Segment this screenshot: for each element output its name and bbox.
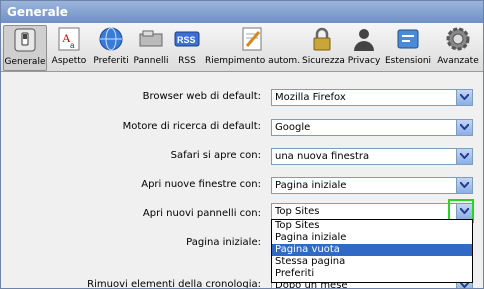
pencil-icon — [239, 26, 265, 52]
tab-preferiti[interactable]: Preferiti — [92, 25, 130, 69]
globe-icon — [98, 26, 124, 52]
person-icon — [351, 26, 377, 52]
default-browser-label: Browser web di default: — [142, 91, 261, 102]
default-search-select[interactable]: Google — [271, 119, 473, 136]
new-windows-label: Apri nuove finestre con: — [141, 179, 261, 190]
chevron-down-icon[interactable] — [456, 120, 472, 135]
svg-text:RSS: RSS — [177, 35, 196, 45]
dropdown-option-pagina-vuota[interactable]: Pagina vuota — [272, 244, 472, 256]
tab-icon — [138, 26, 164, 52]
new-tabs-select[interactable]: Top Sites — [271, 203, 473, 220]
tab-aspetto[interactable]: Aa Aspetto — [49, 25, 89, 69]
dropdown-option-stessa-pagina[interactable]: Stessa pagina — [272, 256, 472, 268]
safari-opens-with-label: Safari si apre con: — [170, 150, 261, 161]
gear-icon — [445, 26, 471, 52]
window-title: Generale — [1, 1, 483, 23]
tab-estensioni[interactable]: Estensioni — [385, 25, 431, 69]
switch-icon — [12, 27, 38, 53]
tab-avanzate[interactable]: Avanzate — [435, 25, 481, 69]
tab-pannelli[interactable]: Pannelli — [132, 25, 170, 69]
chevron-down-icon[interactable] — [456, 178, 472, 193]
svg-text:a: a — [70, 41, 75, 50]
dropdown-option-top-sites[interactable]: Top Sites — [272, 220, 472, 232]
lock-icon — [309, 26, 335, 52]
safari-opens-with-select[interactable]: una nuova finestra — [271, 148, 473, 165]
chevron-down-icon[interactable] — [456, 90, 472, 105]
preferences-toolbar: Generale Aa Aspetto Preferiti Pannelli R… — [1, 23, 483, 72]
homepage-label: Pagina iniziale: — [186, 237, 261, 248]
tab-riempimento-autom[interactable]: Riempimento autom. — [205, 25, 300, 69]
puzzle-icon — [395, 26, 421, 52]
remove-history-label: Rimuovi elementi della cronologia: — [87, 279, 261, 289]
dropdown-option-preferiti[interactable]: Preferiti — [272, 268, 472, 280]
new-tabs-label: Apri nuovi pannelli con: — [142, 208, 261, 219]
dropdown-option-pagina-iniziale[interactable]: Pagina iniziale — [272, 232, 472, 244]
chevron-down-icon[interactable] — [456, 149, 472, 164]
default-browser-select[interactable]: Mozilla Firefox — [271, 89, 473, 106]
preferences-window: Generale Generale Aa Aspetto Preferiti P… — [0, 0, 484, 289]
tab-sicurezza[interactable]: Sicurezza — [302, 25, 345, 69]
default-search-label: Motore di ricerca di default: — [122, 121, 261, 132]
font-icon: Aa — [56, 26, 82, 52]
tab-privacy[interactable]: Privacy — [346, 25, 382, 69]
tab-rss[interactable]: RSS RSS — [172, 25, 202, 69]
rss-icon: RSS — [174, 26, 200, 52]
tab-generale[interactable]: Generale — [3, 25, 47, 71]
new-tabs-dropdown-list: Top Sites Pagina iniziale Pagina vuota S… — [271, 219, 473, 283]
new-windows-select[interactable]: Pagina iniziale — [271, 177, 473, 194]
